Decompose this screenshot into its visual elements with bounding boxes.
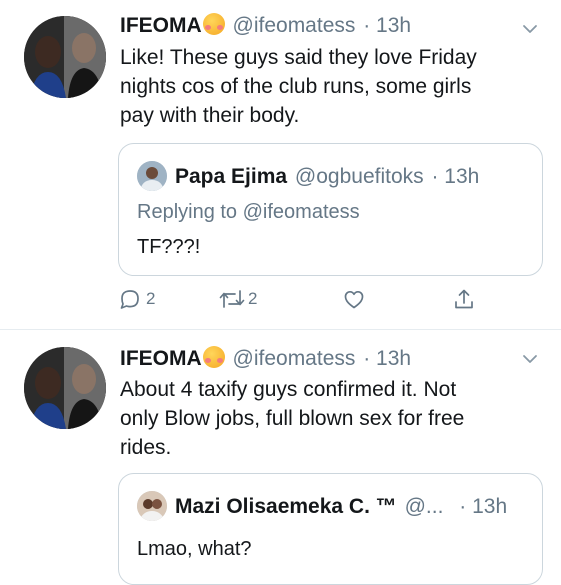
quoted-avatar xyxy=(137,161,167,191)
tweet-time[interactable]: · 13h xyxy=(363,14,411,37)
tweet-text: About 4 taxify guys confirmed it. Not on… xyxy=(120,375,540,462)
author-name[interactable]: IFEOMA xyxy=(120,347,202,370)
tweet-header: IFEOMA @ifeomatess · 13h xyxy=(120,346,411,371)
avatar[interactable] xyxy=(24,347,106,429)
tweet-1[interactable]: IFEOMA @ifeomatess · 13h Like! These guy… xyxy=(0,0,561,329)
tweet-text-line: nights cos of the club runs, some girls xyxy=(120,75,472,98)
like-button[interactable] xyxy=(342,287,366,311)
tweet-header: IFEOMA @ifeomatess · 13h xyxy=(120,13,411,38)
quoted-author-name: Mazi Olisaemeka C. ™ xyxy=(175,495,397,518)
quoted-author-handle: @... xyxy=(404,495,444,518)
avatar[interactable] xyxy=(24,16,106,98)
quoted-header: Mazi Olisaemeka C. ™ @... · 13h xyxy=(175,495,507,519)
smiling-face-with-hearts-emoji-icon xyxy=(202,346,225,368)
quoted-text: TF???! xyxy=(137,236,201,258)
retweet-icon xyxy=(219,290,245,308)
tweet-time[interactable]: · 13h xyxy=(363,347,411,370)
avatar-photo xyxy=(24,16,106,98)
tweet-text: Like! These guys said they love Friday n… xyxy=(120,43,540,130)
tweet-text-line: rides. xyxy=(120,436,172,459)
retweet-button[interactable]: 2 xyxy=(218,287,257,311)
quoted-text: Lmao, what? xyxy=(137,538,252,560)
quoted-tweet[interactable]: Papa Ejima @ogbuefitoks · 13h Replying t… xyxy=(118,143,543,276)
reply-button[interactable]: 2 xyxy=(118,287,155,311)
quoted-header: Papa Ejima @ogbuefitoks · 13h xyxy=(175,165,479,189)
author-handle[interactable]: @ifeomatess xyxy=(233,14,356,37)
like-icon xyxy=(344,290,364,309)
author-name[interactable]: IFEOMA xyxy=(120,14,202,37)
author-handle[interactable]: @ifeomatess xyxy=(233,347,356,370)
retweet-count: 2 xyxy=(248,289,258,308)
quoted-time: · 13h xyxy=(459,495,508,518)
share-icon xyxy=(455,289,473,309)
quoted-author-name: Papa Ejima xyxy=(175,165,288,188)
tweet-text-line: About 4 taxify guys confirmed it. Not xyxy=(120,378,457,401)
tweet-text-line: Like! These guys said they love Friday xyxy=(120,46,477,69)
chevron-down-icon[interactable] xyxy=(521,20,539,38)
smiling-face-with-hearts-emoji-icon xyxy=(202,13,225,35)
share-button[interactable] xyxy=(452,287,476,311)
tweet-actions: 2 2 xyxy=(118,287,518,313)
reply-count: 2 xyxy=(146,289,156,308)
quoted-avatar xyxy=(137,491,167,521)
tweet-2[interactable]: IFEOMA @ifeomatess · 13h About 4 taxify … xyxy=(0,330,561,585)
replying-to: Replying to @ifeomatess xyxy=(137,201,360,223)
tweet-text-line: pay with their body. xyxy=(120,104,300,127)
avatar-photo xyxy=(24,347,106,429)
reply-icon xyxy=(120,290,139,309)
chevron-down-icon[interactable] xyxy=(521,350,539,368)
quoted-author-handle: @ogbuefitoks xyxy=(294,165,424,188)
tweet-text-line: only Blow jobs, full blown sex for free xyxy=(120,407,465,430)
quoted-time: · 13h xyxy=(431,165,480,188)
quoted-tweet[interactable]: Mazi Olisaemeka C. ™ @... · 13h Lmao, wh… xyxy=(118,473,543,585)
